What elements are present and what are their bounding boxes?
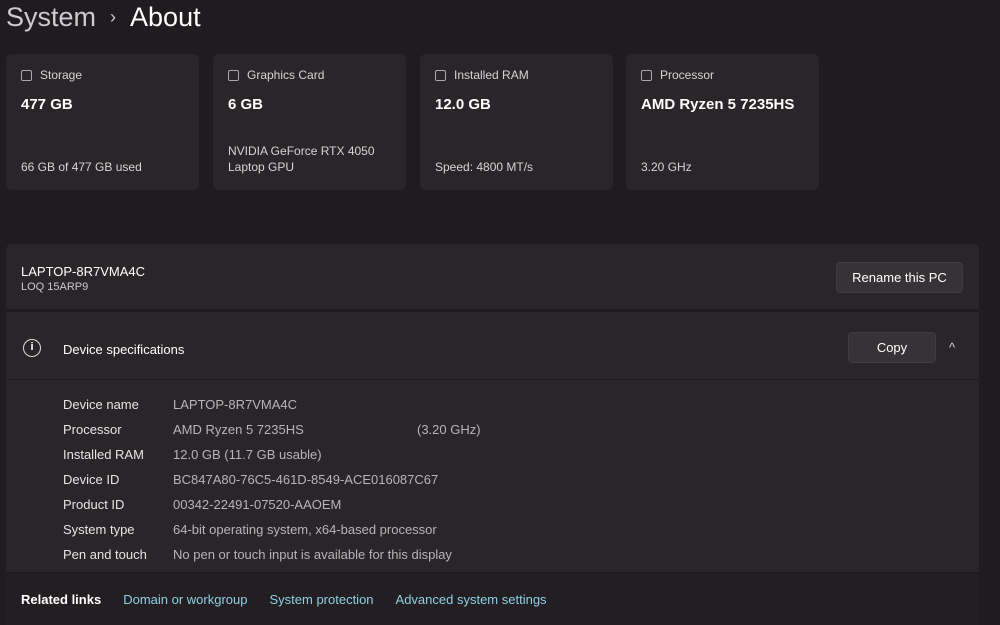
card-sub: 66 GB of 477 GB used bbox=[21, 160, 142, 174]
spec-key: System type bbox=[63, 522, 135, 537]
card-value: 6 GB bbox=[228, 96, 264, 113]
card-label: Graphics Card bbox=[247, 68, 325, 82]
pc-model: LOQ 15ARP9 bbox=[21, 281, 89, 293]
spec-value-text: LAPTOP-8R7VMA4C bbox=[173, 397, 298, 412]
card-label: Storage bbox=[40, 68, 83, 82]
storage-card: Storage 477 GB 66 GB of 477 GB used bbox=[6, 54, 199, 190]
spec-value-text: 12.0 GB (11.7 GB usable) bbox=[173, 447, 322, 462]
card-label: Installed RAM bbox=[454, 68, 529, 82]
breadcrumb-system[interactable]: System bbox=[6, 2, 96, 33]
spec-key: Installed RAM bbox=[63, 447, 144, 462]
device-specifications-title: Device specifications bbox=[63, 342, 185, 357]
spec-key: Device name bbox=[63, 397, 139, 412]
spec-value-text: AMD Ryzen 5 7235HS bbox=[173, 422, 304, 437]
ram-icon bbox=[435, 69, 446, 81]
ram-card: Installed RAM 12.0 GB Speed: 4800 MT/s bbox=[420, 54, 613, 190]
spec-value-text: 00342-22491-07520-AAOEM bbox=[173, 497, 342, 512]
spec-value-text: No pen or touch input is available for t… bbox=[173, 547, 452, 562]
processor-card: Processor AMD Ryzen 5 7235HS 3.20 GHz bbox=[626, 54, 819, 190]
related-links: Related links Domain or workgroup System… bbox=[6, 574, 979, 625]
related-links-label: Related links bbox=[21, 592, 102, 607]
card-value: AMD Ryzen 5 7235HS bbox=[641, 96, 795, 113]
spec-key: Device ID bbox=[63, 472, 120, 487]
spec-key: Pen and touch bbox=[63, 547, 147, 562]
spec-value: AMD Ryzen 5 7235HS (3.20 GHz) bbox=[173, 422, 573, 437]
spec-value: 12.0 GB (11.7 GB usable) bbox=[173, 447, 573, 462]
spec-extra: (3.20 GHz) bbox=[417, 422, 481, 437]
storage-icon bbox=[21, 69, 32, 81]
spec-row: Product ID 00342-22491-07520-AAOEM bbox=[63, 492, 573, 517]
spec-value: BC847A80-76C5-461D-8549-ACE016087C67 bbox=[173, 472, 573, 487]
spec-key: Product ID bbox=[63, 497, 125, 512]
card-value: 477 GB bbox=[21, 96, 73, 113]
card-sub: Speed: 4800 MT/s bbox=[435, 160, 534, 174]
pc-name: LAPTOP-8R7VMA4C bbox=[21, 264, 146, 279]
spec-row: Device ID BC847A80-76C5-461D-8549-ACE0160… bbox=[63, 467, 573, 492]
chevron-up-icon[interactable]: ^ bbox=[949, 340, 955, 355]
spec-row: Pen and touch No pen or touch input is av… bbox=[63, 542, 573, 567]
card-sub: 3.20 GHz bbox=[641, 160, 692, 174]
info-icon: i bbox=[23, 339, 41, 357]
copy-button[interactable]: Copy bbox=[848, 332, 936, 363]
spec-row: Device name LAPTOP-8R7VMA4C bbox=[63, 392, 573, 417]
spec-row: System type 64-bit operating system, x64-… bbox=[63, 517, 573, 542]
rename-pc-button[interactable]: Rename this PC bbox=[836, 262, 963, 293]
spec-key: Processor bbox=[63, 422, 122, 437]
spec-value: LAPTOP-8R7VMA4C bbox=[173, 397, 573, 412]
spec-value-text: 64-bit operating system, x64-based proce… bbox=[173, 522, 437, 537]
card-sub: NVIDIA GeForce RTX 4050 Laptop GPU bbox=[228, 144, 375, 174]
card-value: 12.0 GB bbox=[435, 96, 491, 113]
page-title: System › About bbox=[6, 2, 201, 33]
device-specifications-panel: i Device specifications Copy ^ Device na… bbox=[6, 312, 979, 572]
pc-name-panel: LAPTOP-8R7VMA4C LOQ 15ARP9 Rename this P… bbox=[6, 244, 979, 309]
cpu-icon bbox=[641, 69, 652, 81]
breadcrumb-about: About bbox=[130, 2, 201, 32]
gpu-icon bbox=[228, 69, 239, 81]
advanced-system-settings-link[interactable]: Advanced system settings bbox=[396, 592, 547, 607]
breadcrumb-separator: › bbox=[110, 7, 117, 27]
card-label: Processor bbox=[660, 68, 715, 82]
system-protection-link[interactable]: System protection bbox=[269, 592, 373, 607]
graphics-card-card: Graphics Card 6 GB NVIDIA GeForce RTX 40… bbox=[213, 54, 406, 190]
spec-value: No pen or touch input is available for t… bbox=[173, 547, 573, 562]
spec-value: 00342-22491-07520-AAOEM bbox=[173, 497, 573, 512]
spec-row: Installed RAM 12.0 GB (11.7 GB usable) bbox=[63, 442, 573, 467]
spec-row: Processor AMD Ryzen 5 7235HS (3.20 GHz) bbox=[63, 417, 573, 442]
spec-value: 64-bit operating system, x64-based proce… bbox=[173, 522, 573, 537]
domain-workgroup-link[interactable]: Domain or workgroup bbox=[123, 592, 247, 607]
device-specifications-header[interactable]: i Device specifications Copy ^ bbox=[6, 312, 979, 380]
spec-value-text: BC847A80-76C5-461D-8549-ACE016087C67 bbox=[173, 472, 439, 487]
